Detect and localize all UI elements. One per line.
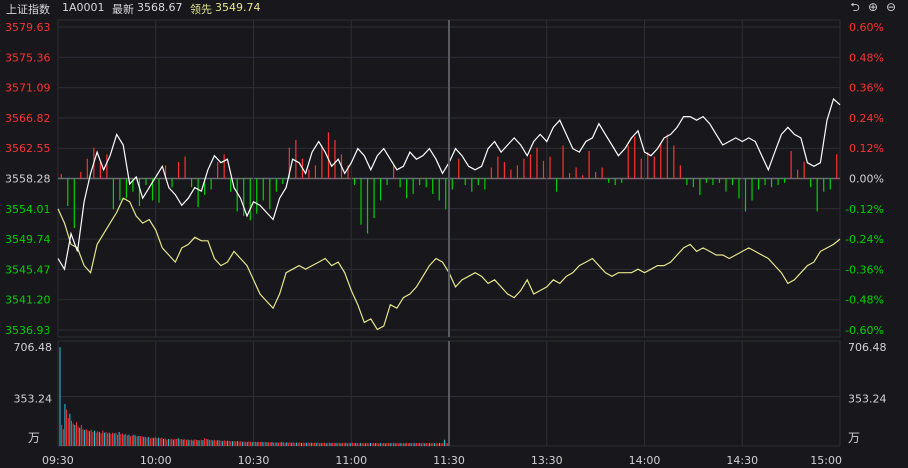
volume-tick-left: 万 bbox=[28, 431, 40, 445]
y-tick-right: -0.24% bbox=[845, 233, 884, 246]
y-tick-left: 3545.47 bbox=[5, 263, 51, 276]
y-tick-right: -0.48% bbox=[845, 294, 884, 307]
y-tick-right: 0.48% bbox=[849, 51, 884, 64]
volume-tick-left: 706.48 bbox=[14, 341, 53, 354]
y-tick-right: -0.36% bbox=[845, 263, 884, 276]
y-tick-right: 0.24% bbox=[849, 112, 884, 125]
y-tick-left: 3554.01 bbox=[5, 203, 51, 216]
x-tick: 13:30 bbox=[531, 454, 563, 467]
volume-tick-left: 353.24 bbox=[14, 393, 53, 406]
intraday-chart[interactable]: 3579.63 0.60% 3575.36 0.48% 3571.09 0.36% 3566… bbox=[0, 0, 908, 468]
x-tick: 14:00 bbox=[629, 454, 661, 467]
x-tick: 09:30 bbox=[42, 454, 74, 467]
latest-label: 最新 bbox=[112, 3, 134, 16]
latest-value: 3568.67 bbox=[137, 1, 183, 14]
y-tick-right: -0.12% bbox=[845, 203, 884, 216]
y-tick-left: 3575.36 bbox=[5, 51, 51, 64]
x-tick: 10:00 bbox=[140, 454, 172, 467]
index-name: 上证指数 bbox=[6, 3, 50, 16]
volume-tick-right: 353.24 bbox=[848, 393, 887, 406]
y-tick-right: 0.00% bbox=[849, 173, 884, 186]
y-tick-left: 3549.74 bbox=[5, 233, 51, 246]
zoom-in-icon[interactable]: ⊕ bbox=[866, 0, 880, 14]
y-tick-right: 0.12% bbox=[849, 142, 884, 155]
y-tick-right: 0.60% bbox=[849, 21, 884, 34]
y-tick-left: 3579.63 bbox=[5, 21, 51, 34]
y-tick-left: 3566.82 bbox=[5, 112, 51, 125]
y-tick-right: 0.36% bbox=[849, 82, 884, 95]
y-tick-left: 3562.55 bbox=[5, 142, 51, 155]
chart-header: 上证指数 1A0001 最新 3568.67 领先 3549.74 ⮌ ⊕ ⊖ bbox=[0, 0, 908, 18]
y-tick-left: 3541.20 bbox=[5, 294, 51, 307]
back-icon[interactable]: ⮌ bbox=[848, 0, 862, 14]
volume-tick-right: 万 bbox=[848, 431, 860, 445]
x-tick: 11:30 bbox=[433, 454, 465, 467]
x-tick: 11:00 bbox=[335, 454, 367, 467]
lead-value: 3549.74 bbox=[215, 1, 261, 14]
lead-label: 领先 bbox=[190, 3, 212, 16]
y-tick-left: 3571.09 bbox=[5, 82, 51, 95]
zoom-out-icon[interactable]: ⊖ bbox=[884, 0, 898, 14]
x-tick: 15:00 bbox=[810, 454, 842, 467]
y-tick-left: 3536.93 bbox=[5, 324, 51, 337]
y-tick-left: 3558.28 bbox=[5, 173, 51, 186]
index-code: 1A0001 bbox=[62, 1, 105, 14]
volume-tick-right: 706.48 bbox=[848, 341, 887, 354]
x-tick: 14:30 bbox=[726, 454, 758, 467]
x-tick: 10:30 bbox=[238, 454, 270, 467]
y-tick-right: -0.60% bbox=[845, 324, 884, 337]
